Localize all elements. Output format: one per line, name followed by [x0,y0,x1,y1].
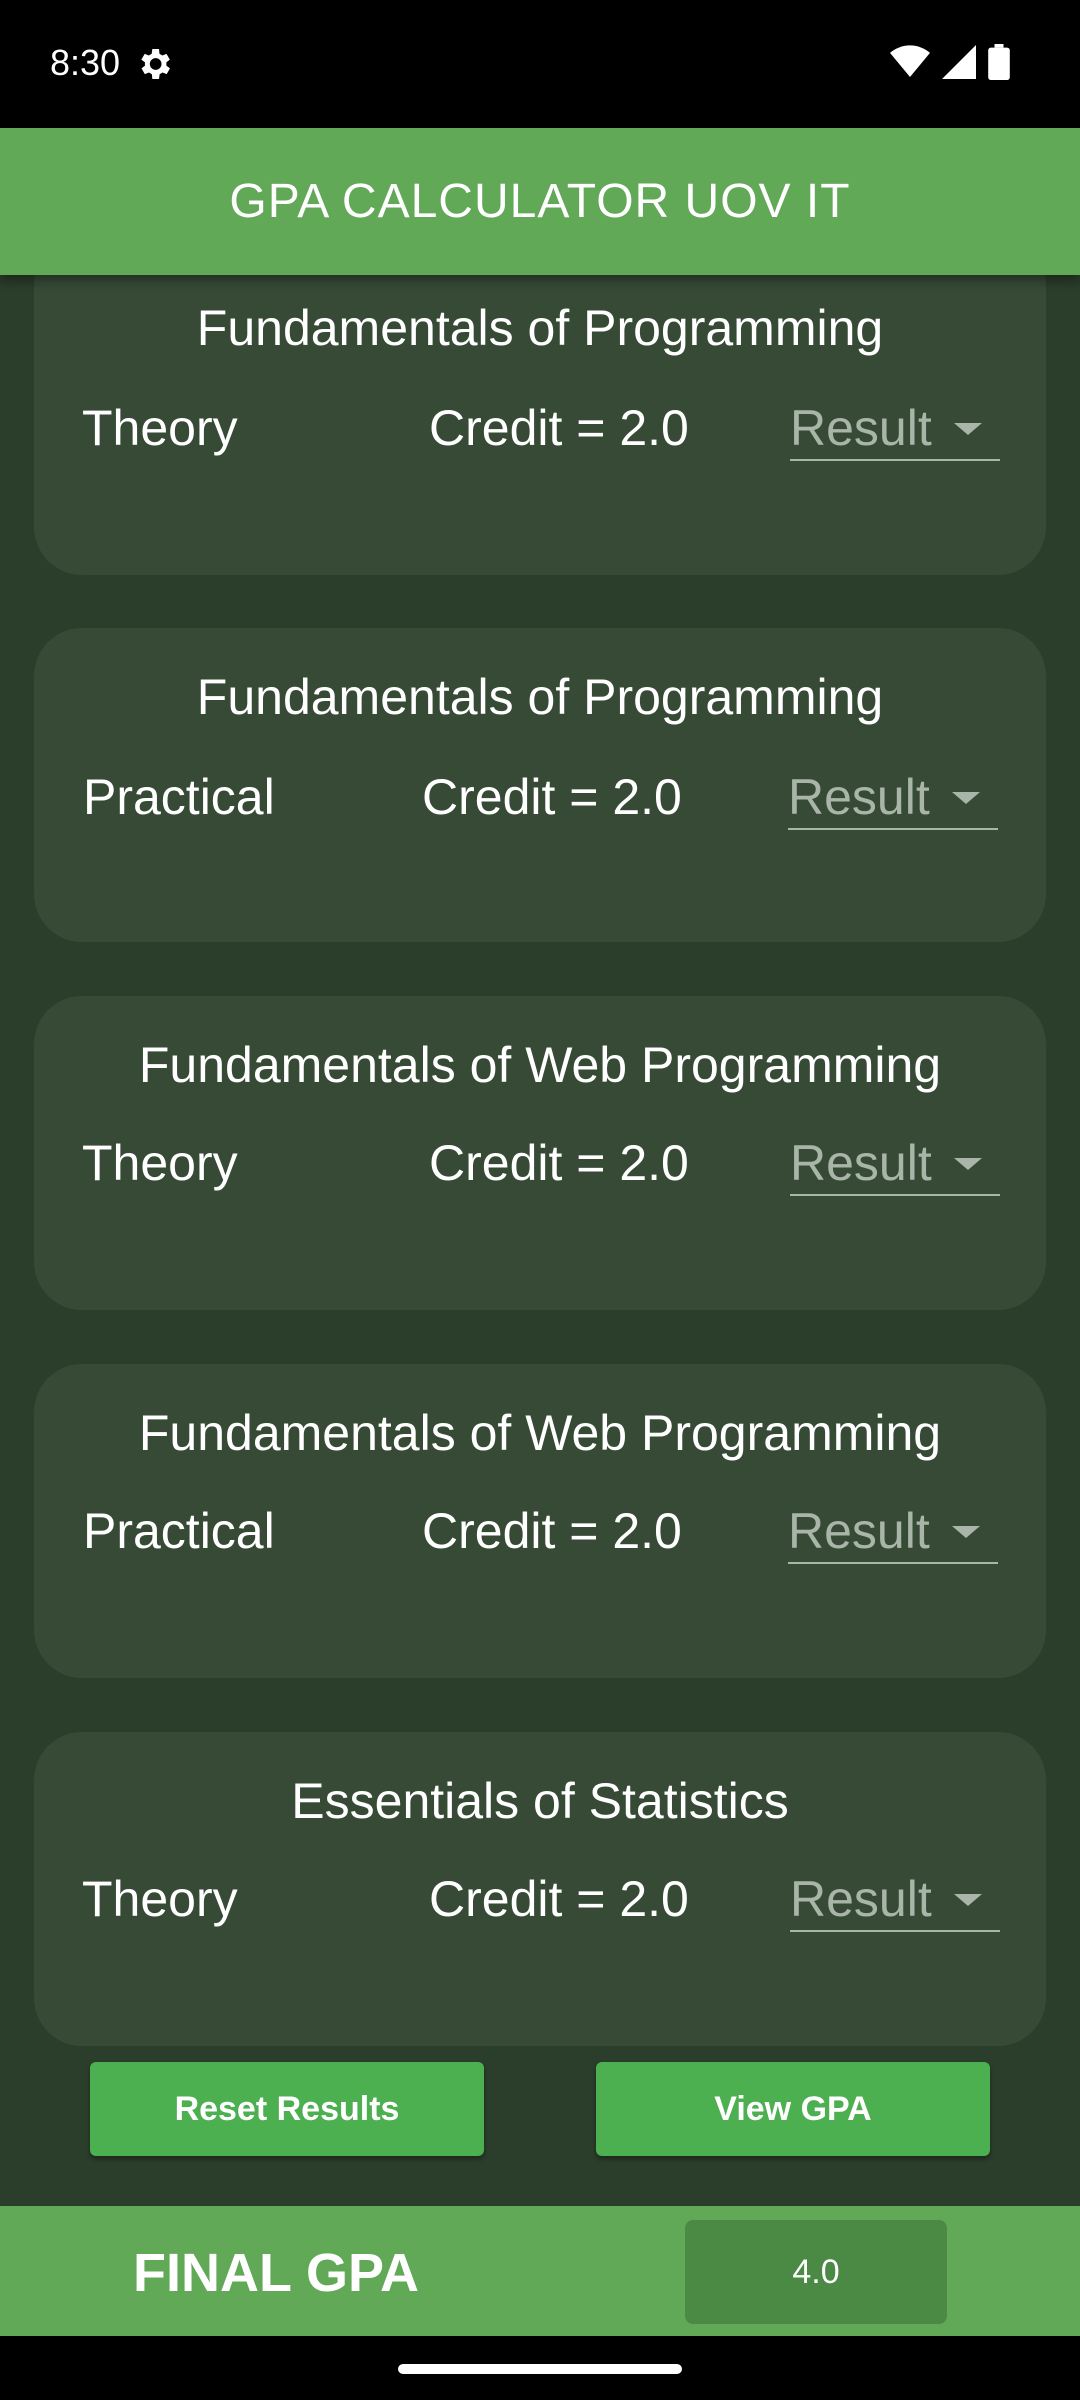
final-gpa-value: 4.0 [685,2220,947,2324]
course-title: Fundamentals of Web Programming [138,1037,942,1093]
result-dropdown[interactable]: Result [788,1490,998,1564]
course-title: Fundamentals of Web Programming [138,1405,942,1461]
result-dropdown[interactable]: Result [790,1858,1000,1932]
course-card: Fundamentals of Programming Practical Cr… [34,628,1046,942]
chevron-down-icon [952,1526,980,1538]
final-gpa-footer: FINAL GPA 4.0 [0,2206,1080,2336]
course-card: Fundamentals of Web Programming Theory C… [34,996,1046,1310]
status-bar: 8:30 [0,0,1080,128]
final-gpa-label: FINAL GPA [133,2243,420,2303]
chevron-down-icon [954,423,982,435]
status-time: 8:30 [50,42,121,83]
wifi-icon [890,45,930,77]
course-row: Theory Credit = 2.0 Result [34,1122,1046,1202]
reset-results-button[interactable]: Reset Results [90,2062,484,2156]
course-card: Fundamentals of Web Programming Practica… [34,1364,1046,1678]
course-credit: Credit = 2.0 [429,400,689,456]
gear-icon [141,49,170,79]
result-dropdown[interactable]: Result [790,387,1000,461]
chevron-down-icon [954,1158,982,1170]
course-credit: Credit = 2.0 [422,769,682,825]
result-placeholder: Result [790,1871,932,1927]
result-dropdown[interactable]: Result [788,756,998,830]
result-placeholder: Result [788,769,930,825]
course-title: Essentials of Statistics [291,1773,789,1829]
result-placeholder: Result [790,1135,932,1191]
course-row: Theory Credit = 2.0 Result [34,1858,1046,1938]
app-bar: GPA CALCULATOR UOV IT [0,128,1080,275]
course-kind: Theory [82,1871,238,1927]
cellular-signal-icon [942,45,976,79]
status-icons [890,44,1010,80]
course-title: Fundamentals of Programming [196,669,884,725]
course-kind: Theory [82,400,238,456]
result-placeholder: Result [788,1503,930,1559]
course-kind: Theory [82,1135,238,1191]
course-kind: Practical [83,769,275,825]
course-card: Essentials of Statistics Theory Credit =… [34,1732,1046,2046]
result-dropdown[interactable]: Result [790,1122,1000,1196]
course-row: Practical Credit = 2.0 Result [34,756,1046,836]
course-card: Fundamentals of Programming Theory Credi… [34,275,1046,575]
view-gpa-button[interactable]: View GPA [596,2062,990,2156]
battery-icon [988,44,1010,80]
app-title: GPA CALCULATOR UOV IT [229,175,851,228]
chevron-down-icon [954,1894,982,1906]
gpa-calculator-screen: 8:30 GPA CALCULATOR UOV IT Fundamentals … [0,0,1080,2400]
course-credit: Credit = 2.0 [429,1871,689,1927]
chevron-down-icon [952,792,980,804]
course-title: Fundamentals of Programming [196,300,884,356]
course-row: Practical Credit = 2.0 Result [34,1490,1046,1570]
course-kind: Practical [83,1503,275,1559]
course-credit: Credit = 2.0 [422,1503,682,1559]
result-placeholder: Result [790,400,932,456]
course-list[interactable]: Fundamentals of Programming Theory Credi… [0,275,1080,2205]
course-credit: Credit = 2.0 [429,1135,689,1191]
navigation-bar [0,2336,1080,2400]
home-gesture-handle[interactable] [398,2364,682,2374]
course-row: Theory Credit = 2.0 Result [34,387,1046,467]
